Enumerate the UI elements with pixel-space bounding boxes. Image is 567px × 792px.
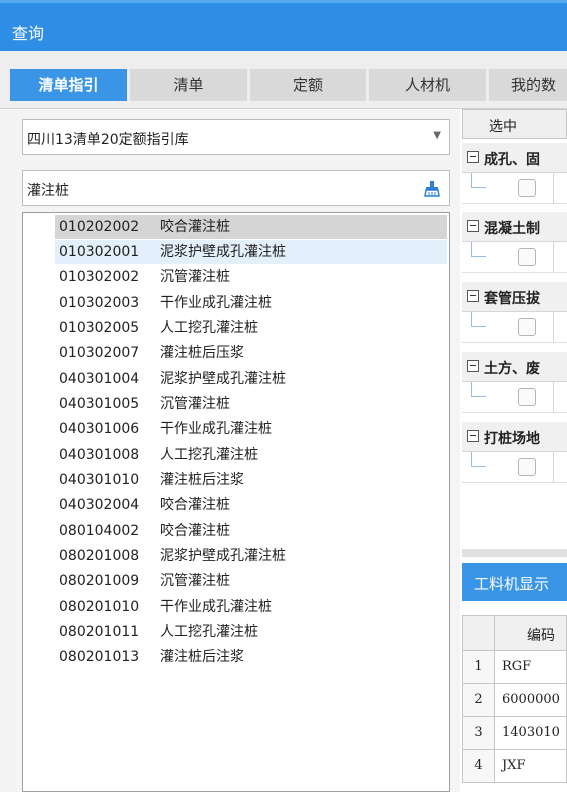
list-item[interactable]: 010302007 灌注桩后压浆 bbox=[55, 341, 447, 365]
tree-child-row bbox=[462, 452, 567, 483]
list-item[interactable]: 010302001 泥浆护壁成孔灌注桩 bbox=[55, 240, 447, 264]
collapse-icon[interactable] bbox=[467, 290, 479, 302]
list-item[interactable]: 010302002 沉管灌注桩 bbox=[55, 265, 447, 289]
list-item[interactable]: 040301010 灌注桩后注浆 bbox=[55, 468, 447, 492]
tree-group-label: 打桩场地 bbox=[484, 431, 540, 447]
row-checkbox[interactable] bbox=[518, 388, 536, 406]
row-code: 1403010 bbox=[502, 725, 560, 740]
collapse-icon[interactable] bbox=[467, 430, 479, 442]
list-item[interactable]: 010302005 人工挖孔灌注桩 bbox=[55, 316, 447, 340]
tab-my-data[interactable]: 我的数 bbox=[489, 69, 567, 101]
clear-brush-icon[interactable] bbox=[423, 179, 441, 197]
tree-child-row bbox=[462, 312, 567, 343]
right-pane: 选中 成孔、固 混凝土制 套管压拔 土方、废 打桩场地 工料机显示 编码 1 R… bbox=[460, 109, 567, 792]
tree-group-row[interactable]: 成孔、固 bbox=[462, 143, 567, 173]
row-number: 3 bbox=[463, 717, 495, 749]
tree-group-label: 成孔、固 bbox=[484, 152, 540, 168]
list-item[interactable]: 040301006 干作业成孔灌注桩 bbox=[55, 417, 447, 441]
row-checkbox[interactable] bbox=[518, 318, 536, 336]
row-code: JXF bbox=[502, 758, 526, 773]
tab-quota[interactable]: 定额 bbox=[250, 69, 366, 101]
collapse-icon[interactable] bbox=[467, 360, 479, 372]
list-item[interactable]: 080201011 人工挖孔灌注桩 bbox=[55, 620, 447, 644]
title-bar: 查询 bbox=[0, 0, 567, 51]
column-divider bbox=[553, 173, 554, 204]
tab-list-guide[interactable]: 清单指引 bbox=[10, 69, 127, 101]
list-item[interactable]: 080201013 灌注桩后注浆 bbox=[55, 645, 447, 669]
tree-group-row[interactable]: 打桩场地 bbox=[462, 422, 567, 452]
search-input-value: 灌注桩 bbox=[27, 183, 69, 199]
list-item[interactable]: 080104002 咬合灌注桩 bbox=[55, 519, 447, 543]
tree-child-row bbox=[462, 173, 567, 204]
tree-connector bbox=[471, 382, 486, 397]
list-item[interactable]: 080201010 干作业成孔灌注桩 bbox=[55, 595, 447, 619]
row-checkbox[interactable] bbox=[518, 458, 536, 476]
tree-group-row[interactable]: 套管压拔 bbox=[462, 282, 567, 312]
window-title: 查询 bbox=[12, 24, 45, 43]
list-item[interactable]: 080201008 泥浆护壁成孔灌注桩 bbox=[55, 544, 447, 568]
tree-connector bbox=[471, 312, 486, 327]
row-code: RGF bbox=[502, 659, 532, 674]
list-item[interactable]: 040301004 泥浆护壁成孔灌注桩 bbox=[55, 367, 447, 391]
list-item[interactable]: 040302004 咬合灌注桩 bbox=[55, 493, 447, 517]
row-checkbox[interactable] bbox=[518, 179, 536, 197]
tab-list[interactable]: 清单 bbox=[130, 69, 247, 101]
tree-group-row[interactable]: 土方、废 bbox=[462, 352, 567, 382]
column-divider bbox=[553, 382, 554, 413]
row-number: 4 bbox=[463, 750, 495, 782]
dropdown-arrow-icon[interactable]: ▼ bbox=[433, 130, 441, 141]
row-number: 1 bbox=[463, 651, 495, 683]
tree-group-label: 土方、废 bbox=[484, 361, 540, 377]
table-row[interactable]: 2 6000000 bbox=[462, 684, 567, 717]
list-item[interactable]: 080201009 沉管灌注桩 bbox=[55, 569, 447, 593]
column-divider bbox=[553, 312, 554, 343]
tree-connector bbox=[471, 173, 486, 188]
tab-labor-material-machine[interactable]: 人材机 bbox=[369, 69, 486, 101]
tree-connector bbox=[471, 452, 486, 467]
row-code: 6000000 bbox=[502, 692, 560, 707]
collapse-icon[interactable] bbox=[467, 151, 479, 163]
material-panel-header: 工料机显示 bbox=[462, 563, 567, 601]
table-row[interactable]: 3 1403010 bbox=[462, 717, 567, 750]
column-divider bbox=[553, 452, 554, 483]
row-number: 2 bbox=[463, 684, 495, 716]
library-select[interactable]: 四川13清单20定额指引库 ▼ bbox=[22, 119, 450, 155]
list-item[interactable]: 010202002 咬合灌注桩 bbox=[55, 215, 447, 239]
material-panel-title: 工料机显示 bbox=[474, 575, 550, 593]
material-table-header: 编码 bbox=[462, 615, 567, 651]
left-pane: 四川13清单20定额指引库 ▼ 灌注桩 010202002 咬合灌注桩 01030… bbox=[0, 109, 460, 792]
row-checkbox[interactable] bbox=[518, 248, 536, 266]
tree-group-label: 混凝土制 bbox=[484, 221, 540, 237]
select-column-header: 选中 bbox=[462, 109, 567, 139]
tree-group-label: 套管压拔 bbox=[484, 291, 540, 307]
tab-bar: 清单指引 清单 定额 人材机 我的数 bbox=[0, 51, 567, 109]
table-row[interactable]: 1 RGF bbox=[462, 651, 567, 684]
tree-connector bbox=[471, 242, 486, 257]
column-divider bbox=[494, 616, 495, 650]
list-item[interactable]: 040301008 人工挖孔灌注桩 bbox=[55, 443, 447, 467]
code-column-header: 编码 bbox=[527, 628, 555, 644]
result-list[interactable]: 010202002 咬合灌注桩 010302001 泥浆护壁成孔灌注桩 010302… bbox=[22, 212, 450, 792]
library-select-value: 四川13清单20定额指引库 bbox=[27, 132, 189, 148]
column-divider bbox=[553, 242, 554, 273]
list-item[interactable]: 040301005 沉管灌注桩 bbox=[55, 392, 447, 416]
tree-child-row bbox=[462, 242, 567, 273]
table-row[interactable]: 4 JXF bbox=[462, 750, 567, 783]
tree-group-row[interactable]: 混凝土制 bbox=[462, 212, 567, 242]
tree-child-row bbox=[462, 382, 567, 413]
select-column-label: 选中 bbox=[489, 119, 517, 135]
pane-splitter[interactable] bbox=[462, 549, 567, 557]
collapse-icon[interactable] bbox=[467, 220, 479, 232]
search-input[interactable]: 灌注桩 bbox=[22, 170, 450, 206]
list-item[interactable]: 010302003 干作业成孔灌注桩 bbox=[55, 291, 447, 315]
